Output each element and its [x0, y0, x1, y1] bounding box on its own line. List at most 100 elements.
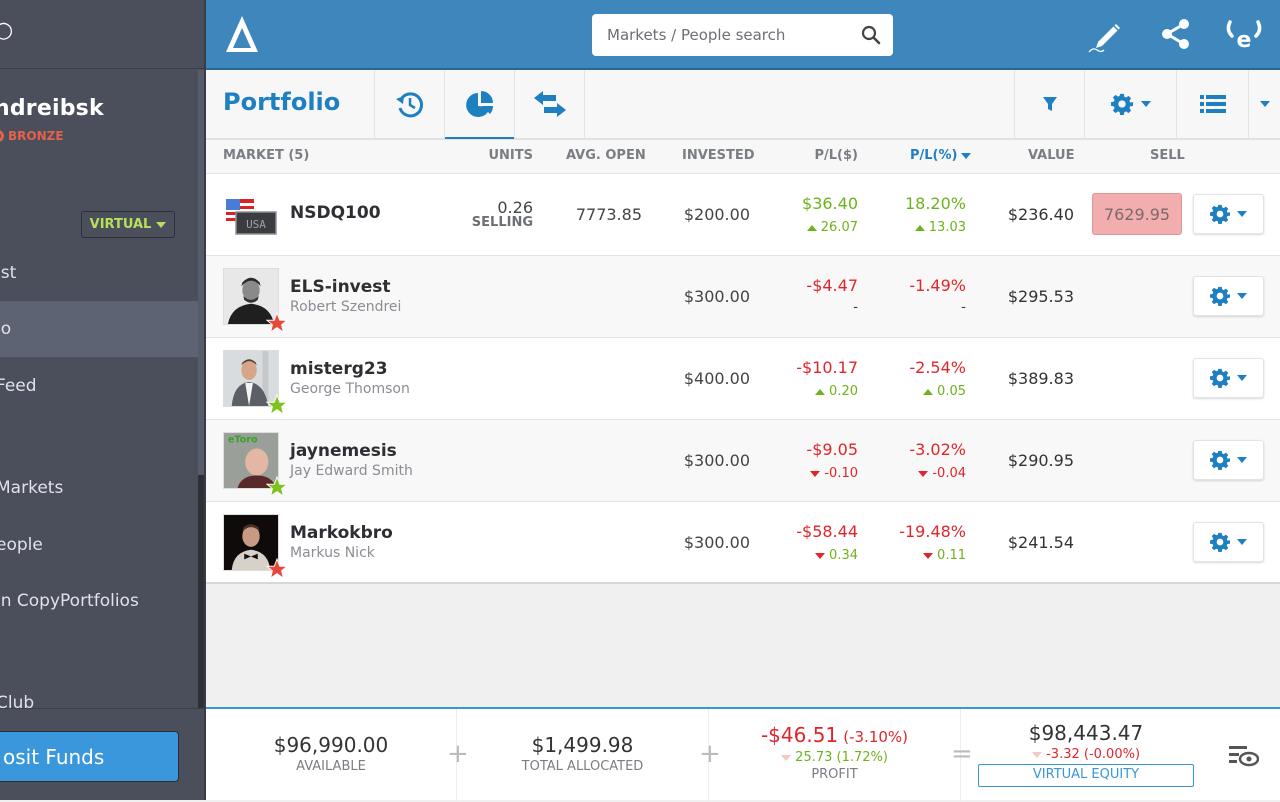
sidebar-item-copyportfolios[interactable]: in CopyPortfolios — [0, 573, 198, 629]
sidebar-item-club[interactable]: Club — [0, 675, 198, 708]
row-settings-button[interactable] — [1193, 194, 1264, 234]
table-header: MARKET (5) UNITS AVG. OPEN INVESTED P/L(… — [206, 140, 1280, 174]
virtual-equity-label[interactable]: VIRTUAL EQUITY — [978, 764, 1194, 787]
pl-pct-change: 0.05 — [923, 384, 966, 399]
empty-table-area — [206, 585, 1280, 707]
sidebar-item-copy-people[interactable]: eople — [0, 517, 198, 573]
settings-dropdown-button[interactable] — [1084, 70, 1176, 138]
down-arrow-icon — [781, 755, 792, 761]
caret-down-icon — [1237, 457, 1247, 463]
profit-value: -$46.51 — [760, 723, 839, 747]
sidebar-item-label: Markets — [0, 478, 64, 498]
row-settings-button[interactable] — [1193, 440, 1264, 480]
pl-usd-value: $36.40 — [802, 194, 858, 213]
down-arrow-icon — [1031, 752, 1042, 758]
tab-allocation[interactable] — [444, 70, 514, 139]
avatar[interactable] — [223, 350, 288, 416]
medal-icon — [0, 130, 4, 142]
gear-icon — [1110, 93, 1133, 115]
deposit-funds-label: osit Funds — [3, 744, 105, 769]
sell-rate-button[interactable]: 7629.95 — [1092, 193, 1182, 235]
pencil-signature-icon[interactable] — [1084, 14, 1124, 54]
trader-username[interactable]: ELS-invest — [290, 277, 391, 297]
equity-value: $98,443.47 — [1028, 721, 1144, 745]
units-direction: SELLING — [471, 215, 533, 230]
tab-transfers[interactable] — [514, 70, 584, 138]
pl-pct-change-value: 13.03 — [928, 220, 966, 235]
sidebar-item-news-feed[interactable]: Feed — [0, 358, 198, 414]
avatar[interactable] — [223, 514, 288, 580]
up-arrow-icon — [815, 388, 826, 395]
trader-fullname: George Thomson — [290, 381, 410, 397]
portfolio-toolbar: Portfolio — [206, 70, 1280, 140]
down-arrow-icon — [923, 552, 934, 559]
sidebar-logo-icon[interactable]: ○ — [0, 18, 13, 43]
avatar[interactable]: eToro — [223, 432, 288, 498]
deposit-funds-button[interactable]: osit Funds — [0, 731, 179, 782]
column-invested[interactable]: INVESTED — [682, 148, 755, 163]
svg-text:USA: USA — [246, 218, 266, 231]
equity-change-value: -3.32 (-0.00%) — [1046, 747, 1141, 762]
sort-desc-icon — [961, 152, 972, 159]
list-view-icon — [1199, 95, 1226, 113]
row-settings-button[interactable] — [1193, 522, 1264, 562]
profit-label: PROFIT — [811, 767, 858, 782]
table-row[interactable]: ELS-invest Robert Szendrei $300.00 -$4.4… — [206, 256, 1280, 338]
toggle-visibility-button[interactable] — [1229, 745, 1260, 771]
gear-icon — [1210, 204, 1230, 224]
trader-username[interactable]: Markokbro — [290, 523, 393, 543]
etoro-logo-icon[interactable]: e — [1224, 14, 1264, 54]
filter-button[interactable] — [1014, 70, 1084, 138]
sidebar-item-trade-markets[interactable]: Markets — [0, 460, 198, 516]
column-pl-pct[interactable]: P/L(%) — [910, 148, 972, 163]
sidebar-item-portfolio[interactable]: io — [0, 301, 198, 357]
trader-username[interactable]: misterg23 — [290, 359, 388, 379]
brand-logo-icon[interactable] — [224, 14, 260, 54]
account-mode-dropdown[interactable]: VIRTUAL — [81, 211, 175, 238]
pl-usd-change: - — [853, 300, 858, 315]
share-icon[interactable] — [1156, 14, 1196, 54]
profit-change-value: 25.73 (1.72%) — [795, 750, 888, 765]
profit-pct: (-3.10%) — [843, 728, 909, 746]
table-row[interactable]: Markokbro Markus Nick $300.00 -$58.44 0.… — [206, 502, 1280, 584]
row-settings-button[interactable] — [1193, 276, 1264, 316]
available-value: $96,990.00 — [273, 733, 389, 757]
sidebar-item-watchlist[interactable]: ist — [0, 245, 198, 301]
view-options-dropdown[interactable] — [1248, 70, 1280, 138]
table-row[interactable]: misterg23 George Thomson $400.00 -$10.17… — [206, 338, 1280, 420]
pl-pct-value: -3.02% — [909, 440, 966, 459]
trader-fullname: Jay Edward Smith — [290, 463, 413, 479]
avg-open-value: 7773.85 — [575, 205, 642, 224]
gear-icon — [1210, 368, 1230, 388]
gear-icon — [1210, 450, 1230, 470]
column-value[interactable]: VALUE — [1028, 148, 1075, 163]
tab-history[interactable] — [374, 70, 444, 138]
available-label: AVAILABLE — [296, 759, 366, 774]
search-icon[interactable] — [861, 25, 881, 49]
sidebar-header: ○ — [0, 0, 206, 69]
column-market[interactable]: MARKET (5) — [223, 148, 309, 163]
trader-username[interactable]: jaynemesis — [290, 441, 397, 461]
table-row[interactable]: eToro jaynemesis Jay Edward Smith $300.0… — [206, 420, 1280, 502]
column-avg-open[interactable]: AVG. OPEN — [566, 148, 646, 163]
invested-value: $300.00 — [683, 287, 750, 306]
column-pl-usd[interactable]: P/L($) — [815, 148, 859, 163]
avatar[interactable] — [223, 268, 288, 334]
pl-usd-change: 0.20 — [815, 384, 858, 399]
table-row[interactable]: USA NSDQ100 0.26 SELLING 7773.85 $200.00… — [206, 174, 1280, 256]
list-view-button[interactable] — [1176, 70, 1248, 138]
column-sell[interactable]: SELL — [1150, 148, 1185, 163]
sidebar-item-label: eople — [0, 535, 43, 555]
pl-usd-change: 0.34 — [815, 548, 858, 563]
search-box[interactable] — [592, 14, 893, 56]
pl-usd-change-value: -0.10 — [824, 466, 858, 481]
eye-list-icon — [1229, 746, 1260, 767]
search-input[interactable] — [607, 26, 847, 44]
username[interactable]: ndreibsk — [0, 96, 104, 121]
column-units[interactable]: UNITS — [488, 148, 533, 163]
row-settings-button[interactable] — [1193, 358, 1264, 398]
caret-down-icon — [1237, 539, 1247, 545]
profit-change: 25.73 (1.72%) — [709, 750, 960, 765]
pl-pct-change: -0.04 — [918, 466, 966, 481]
instrument-name[interactable]: NSDQ100 — [290, 203, 381, 223]
